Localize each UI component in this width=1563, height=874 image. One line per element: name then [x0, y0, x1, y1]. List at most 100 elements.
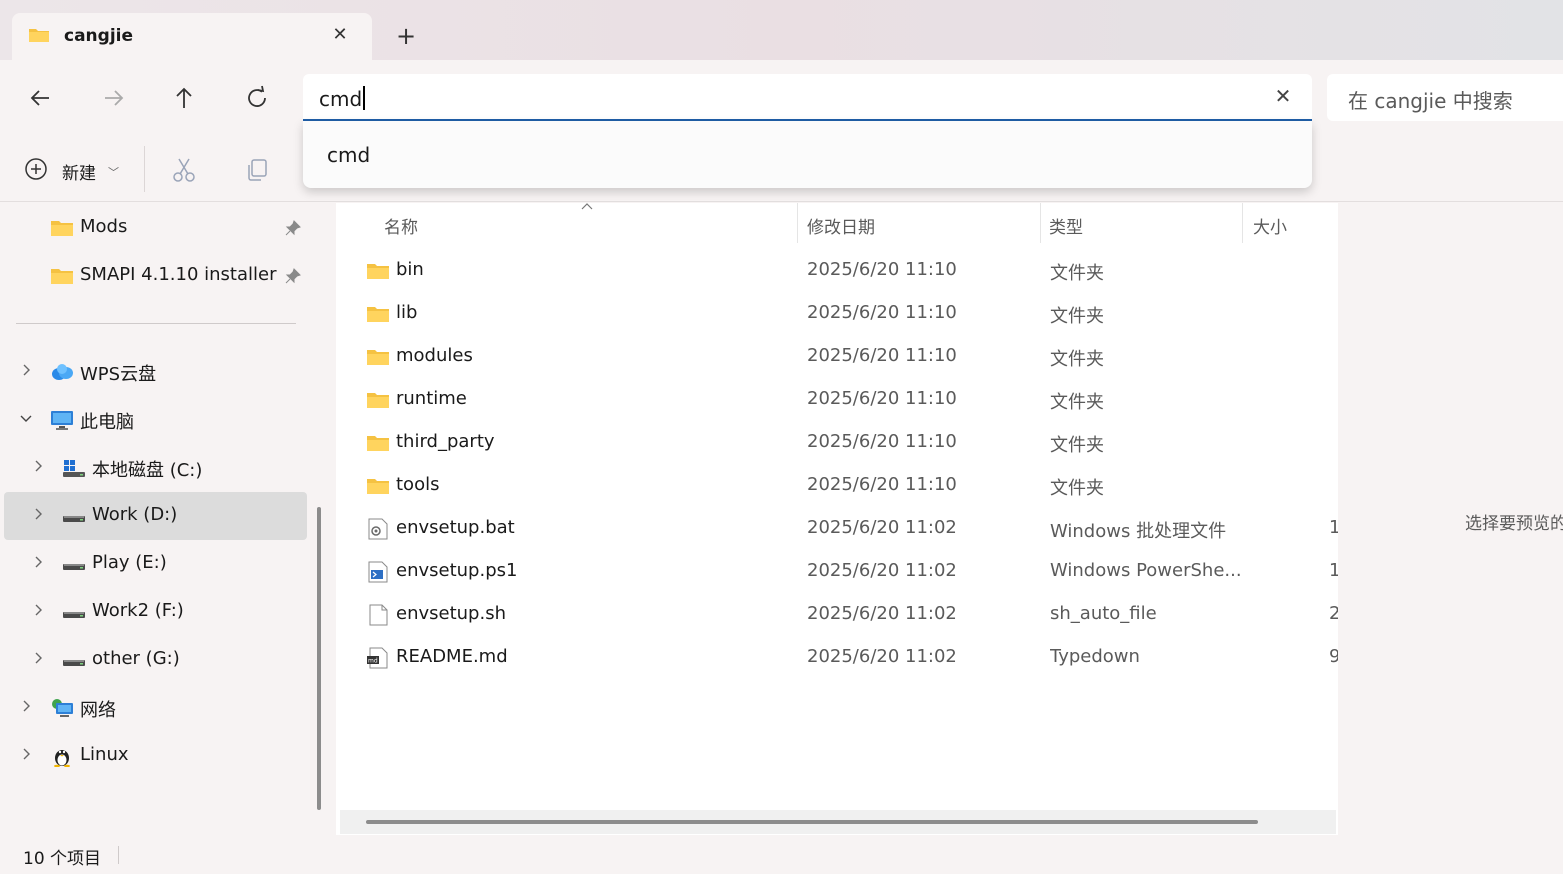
status-divider [118, 846, 119, 864]
file-icon [369, 604, 388, 626]
drive-icon [63, 660, 85, 666]
column-header-type[interactable]: 类型 [1049, 213, 1083, 238]
search-placeholder: 在 cangjie 中搜索 [1348, 89, 1513, 113]
file-type: 文件夹 [1050, 349, 1104, 370]
file-row[interactable]: envsetup.ps1 2025/6/20 11:02 Windows Power… [336, 551, 1338, 594]
file-type: Windows PowerShe... [1050, 560, 1242, 581]
sidebar-item-label: Linux [80, 744, 129, 765]
sidebar-item-network[interactable]: 网络 [4, 684, 307, 732]
address-input[interactable]: cmd ✕ [303, 74, 1312, 121]
suggestion-item[interactable]: cmd [327, 143, 370, 167]
sidebar-item-mods[interactable]: Mods [4, 204, 307, 252]
chevron-right-icon[interactable] [30, 602, 46, 618]
file-name: bin [396, 259, 424, 280]
sidebar-item-this-pc[interactable]: 此电脑 [4, 396, 307, 444]
column-header-name[interactable]: 名称 [384, 213, 418, 238]
sidebar-item-smapi[interactable]: SMAPI 4.1.10 installer [4, 252, 307, 300]
pin-icon[interactable] [284, 267, 302, 285]
file-type: Typedown [1050, 646, 1140, 667]
file-modified: 2025/6/20 11:10 [807, 388, 957, 409]
file-type: sh_auto_file [1050, 603, 1157, 624]
column-header-modified[interactable]: 修改日期 [807, 213, 875, 238]
sidebar-item-linux[interactable]: Linux [4, 732, 307, 780]
file-type: 文件夹 [1050, 435, 1104, 456]
item-count: 10 个项目 [23, 849, 102, 869]
chevron-right-icon[interactable] [18, 362, 34, 378]
file-name: lib [396, 302, 418, 323]
chevron-right-icon[interactable] [18, 698, 34, 714]
sidebar-item-label: Mods [80, 216, 128, 237]
file-name: README.md [396, 646, 508, 667]
chevron-right-icon[interactable] [30, 650, 46, 666]
chevron-right-icon[interactable] [18, 746, 34, 762]
tab-cangjie[interactable]: cangjie ✕ [12, 13, 372, 61]
folder-icon [367, 479, 389, 494]
file-row[interactable]: md README.md 2025/6/20 11:02 Typedown 9 [336, 637, 1338, 680]
sidebar-item-drive-g[interactable]: other (G:) [4, 636, 307, 684]
sidebar-item-label: Play (E:) [92, 552, 167, 573]
navigation-pane: Mods SMAPI 4.1.10 installer WPS云盘 此电脑 本地… [0, 203, 308, 835]
column-divider[interactable] [797, 203, 798, 243]
file-modified: 2025/6/20 11:10 [807, 302, 957, 323]
sidebar-item-wps-cloud[interactable]: WPS云盘 [4, 348, 307, 396]
close-icon[interactable]: ✕ [1272, 85, 1294, 107]
file-row[interactable]: lib 2025/6/20 11:10 文件夹 [336, 293, 1338, 336]
folder-icon [367, 393, 389, 408]
scissors-icon[interactable] [170, 156, 198, 184]
file-modified: 2025/6/20 11:10 [807, 474, 957, 495]
plus-circle-icon [25, 158, 47, 180]
close-icon[interactable]: ✕ [328, 23, 352, 47]
chevron-right-icon[interactable] [30, 554, 46, 570]
file-row[interactable]: bin 2025/6/20 11:10 文件夹 [336, 250, 1338, 293]
sidebar-item-label: other (G:) [92, 648, 180, 669]
sidebar-item-drive-f[interactable]: Work2 (F:) [4, 588, 307, 636]
arrow-right-icon[interactable] [97, 82, 129, 114]
file-type: Windows 批处理文件 [1050, 521, 1227, 542]
toolbar-divider [144, 146, 145, 192]
column-divider[interactable] [1242, 203, 1243, 243]
windows-drive-icon [63, 460, 85, 477]
sidebar-item-drive-d[interactable]: Work (D:) [4, 492, 307, 540]
plus-icon[interactable]: + [392, 22, 420, 50]
chevron-right-icon[interactable] [30, 458, 46, 474]
file-modified: 2025/6/20 11:10 [807, 259, 957, 280]
scrollbar-thumb[interactable] [366, 820, 1258, 824]
batch-file-icon [368, 518, 388, 540]
file-row[interactable]: envsetup.bat 2025/6/20 11:02 Windows 批处理文件… [336, 508, 1338, 551]
column-header-size[interactable]: 大小 [1253, 213, 1287, 238]
arrow-left-icon[interactable] [25, 82, 57, 114]
title-bar: cangjie ✕ + [0, 0, 1563, 61]
file-modified: 2025/6/20 11:10 [807, 345, 957, 366]
powershell-file-icon [368, 561, 388, 583]
file-type: 文件夹 [1050, 392, 1104, 413]
file-type: 文件夹 [1050, 263, 1104, 284]
arrow-up-icon[interactable] [168, 82, 200, 114]
chevron-right-icon[interactable] [30, 506, 46, 522]
file-list: 名称 修改日期 类型 大小 bin 2025/6/20 11:10 文件夹 lib 20… [336, 203, 1338, 835]
refresh-icon[interactable] [241, 82, 273, 114]
copy-icon[interactable] [243, 156, 271, 184]
file-modified: 2025/6/20 11:10 [807, 431, 957, 452]
pin-icon[interactable] [284, 219, 302, 237]
drive-icon [63, 516, 85, 522]
file-row[interactable]: runtime 2025/6/20 11:10 文件夹 [336, 379, 1338, 422]
file-row[interactable]: envsetup.sh 2025/6/20 11:02 sh_auto_file 2 [336, 594, 1338, 637]
horizontal-scrollbar[interactable] [340, 810, 1336, 834]
preview-pane: 选择要预览的 [1338, 203, 1563, 835]
file-name: envsetup.bat [396, 517, 515, 538]
sidebar-item-label: 本地磁盘 (C:) [92, 460, 203, 481]
sidebar-item-drive-e[interactable]: Play (E:) [4, 540, 307, 588]
address-value: cmd [319, 87, 363, 111]
sidebar-item-label: Work (D:) [92, 504, 178, 525]
new-button[interactable]: 新建 ﹀ [24, 156, 124, 184]
file-row[interactable]: third_party 2025/6/20 11:10 文件夹 [336, 422, 1338, 465]
file-row[interactable]: tools 2025/6/20 11:10 文件夹 [336, 465, 1338, 508]
column-divider[interactable] [1040, 203, 1041, 243]
sidebar-scrollbar[interactable] [317, 507, 321, 810]
file-row[interactable]: modules 2025/6/20 11:10 文件夹 [336, 336, 1338, 379]
drive-icon [63, 564, 85, 570]
search-input[interactable]: 在 cangjie 中搜索 [1327, 74, 1563, 121]
sidebar-item-label: WPS云盘 [80, 364, 157, 385]
sidebar-item-drive-c[interactable]: 本地磁盘 (C:) [4, 444, 307, 492]
chevron-down-icon[interactable] [18, 410, 34, 426]
